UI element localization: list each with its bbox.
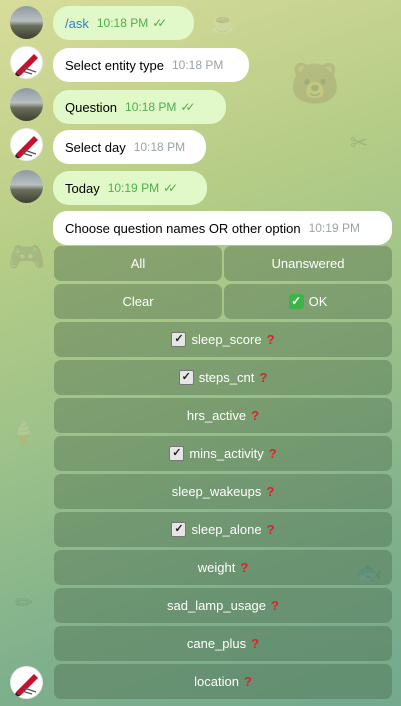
button-label: steps_cnt: [198, 370, 255, 385]
question-button-sleep-score[interactable]: ✓ sleep_score ?: [54, 322, 392, 357]
question-button-hrs-active[interactable]: hrs_active ?: [54, 398, 392, 433]
message-text: Select day: [65, 139, 126, 155]
message-text: Today: [65, 180, 100, 196]
wallpaper-doodle: 🎮: [8, 241, 46, 274]
message-time: 10:18 PM: [125, 100, 177, 114]
message-row: Question 10:18 PM ✓✓: [0, 86, 401, 126]
outgoing-message[interactable]: /ask 10:18 PM ✓✓: [53, 6, 194, 40]
ok-button[interactable]: ✓ OK: [224, 284, 392, 319]
white-check-mark-icon: ✓: [288, 294, 304, 309]
question-button-weight[interactable]: weight ?: [54, 550, 392, 585]
button-label: sad_lamp_usage: [167, 598, 267, 613]
message-row: Select entity type 10:18 PM: [0, 46, 401, 86]
button-label: mins_activity: [189, 446, 264, 461]
clear-button[interactable]: Clear: [54, 284, 222, 319]
button-label: sleep_wakeups: [171, 484, 262, 499]
red-question-mark-icon: ?: [266, 484, 275, 499]
button-label: location: [194, 674, 239, 689]
user-avatar[interactable]: [10, 88, 43, 121]
red-question-mark-icon: ?: [251, 408, 260, 423]
bot-avatar[interactable]: [10, 666, 43, 699]
button-label: OK: [308, 294, 328, 309]
red-question-mark-icon: ?: [259, 370, 268, 385]
red-question-mark-icon: ?: [243, 674, 252, 689]
message-row: /ask 10:18 PM ✓✓: [0, 4, 401, 44]
message-time: 10:18 PM: [96, 16, 149, 30]
question-button-sleep-wakeups[interactable]: sleep_wakeups ?: [54, 474, 392, 509]
unanswered-button[interactable]: Unanswered: [224, 246, 392, 281]
button-label: weight: [197, 560, 236, 575]
red-question-mark-icon: ?: [240, 560, 249, 575]
checkbox-checked-icon: ✓: [169, 446, 185, 461]
incoming-message[interactable]: Choose question names OR other option 10…: [53, 211, 392, 245]
red-question-mark-icon: ?: [271, 598, 279, 613]
double-check-icon: ✓✓: [152, 16, 167, 30]
question-button-sad-lamp-usage[interactable]: sad_lamp_usage ?: [54, 588, 392, 623]
button-label: Unanswered: [271, 256, 345, 271]
question-button-mins-activity[interactable]: ✓ mins_activity ?: [54, 436, 392, 471]
message-text: Choose question names OR other option: [65, 220, 301, 236]
button-label: cane_plus: [186, 636, 247, 651]
question-button-sleep-alone[interactable]: ✓ sleep_alone ?: [54, 512, 392, 547]
bot-avatar[interactable]: [10, 46, 43, 79]
message-row: Today 10:19 PM ✓✓: [0, 168, 401, 208]
button-label: Clear: [122, 294, 154, 309]
message-text: Question: [65, 99, 118, 115]
message-time: 10:19 PM: [308, 221, 360, 235]
question-button-steps-cnt[interactable]: ✓ steps_cnt ?: [54, 360, 392, 395]
wallpaper-doodle: 🍦: [10, 420, 38, 445]
message-time: 10:18 PM: [133, 140, 186, 154]
double-check-icon: ✓✓: [180, 100, 195, 114]
incoming-message[interactable]: Select entity type 10:18 PM: [53, 48, 249, 82]
red-question-mark-icon: ?: [251, 636, 260, 651]
message-text[interactable]: /ask: [65, 16, 89, 31]
checkbox-checked-icon: ✓: [171, 332, 187, 347]
checkbox-checked-icon: ✓: [171, 522, 187, 537]
wallpaper-doodle: ✏: [15, 590, 34, 615]
user-avatar[interactable]: [10, 6, 43, 39]
message-time: 10:18 PM: [172, 58, 224, 72]
double-check-icon: ✓✓: [163, 181, 178, 195]
red-question-mark-icon: ?: [268, 446, 277, 461]
button-label: hrs_active: [186, 408, 247, 423]
red-question-mark-icon: ?: [266, 332, 275, 347]
red-question-mark-icon: ?: [266, 522, 275, 537]
outgoing-message[interactable]: Question 10:18 PM ✓✓: [53, 90, 226, 124]
question-button-location[interactable]: location ?: [54, 664, 392, 699]
message-text: Select entity type: [65, 57, 164, 73]
checkbox-checked-icon: ✓: [178, 370, 194, 385]
bot-avatar[interactable]: [10, 128, 43, 161]
user-avatar[interactable]: [10, 170, 43, 203]
message-time: 10:19 PM: [107, 181, 160, 195]
outgoing-message[interactable]: Today 10:19 PM ✓✓: [53, 171, 207, 205]
button-label: All: [130, 256, 146, 271]
question-button-cane-plus[interactable]: cane_plus ?: [54, 626, 392, 661]
incoming-message[interactable]: Select day 10:18 PM: [53, 130, 206, 164]
button-label: sleep_score: [191, 332, 262, 347]
button-label: sleep_alone: [191, 522, 262, 537]
all-button[interactable]: All: [54, 246, 222, 281]
message-row: Select day 10:18 PM: [0, 128, 401, 168]
